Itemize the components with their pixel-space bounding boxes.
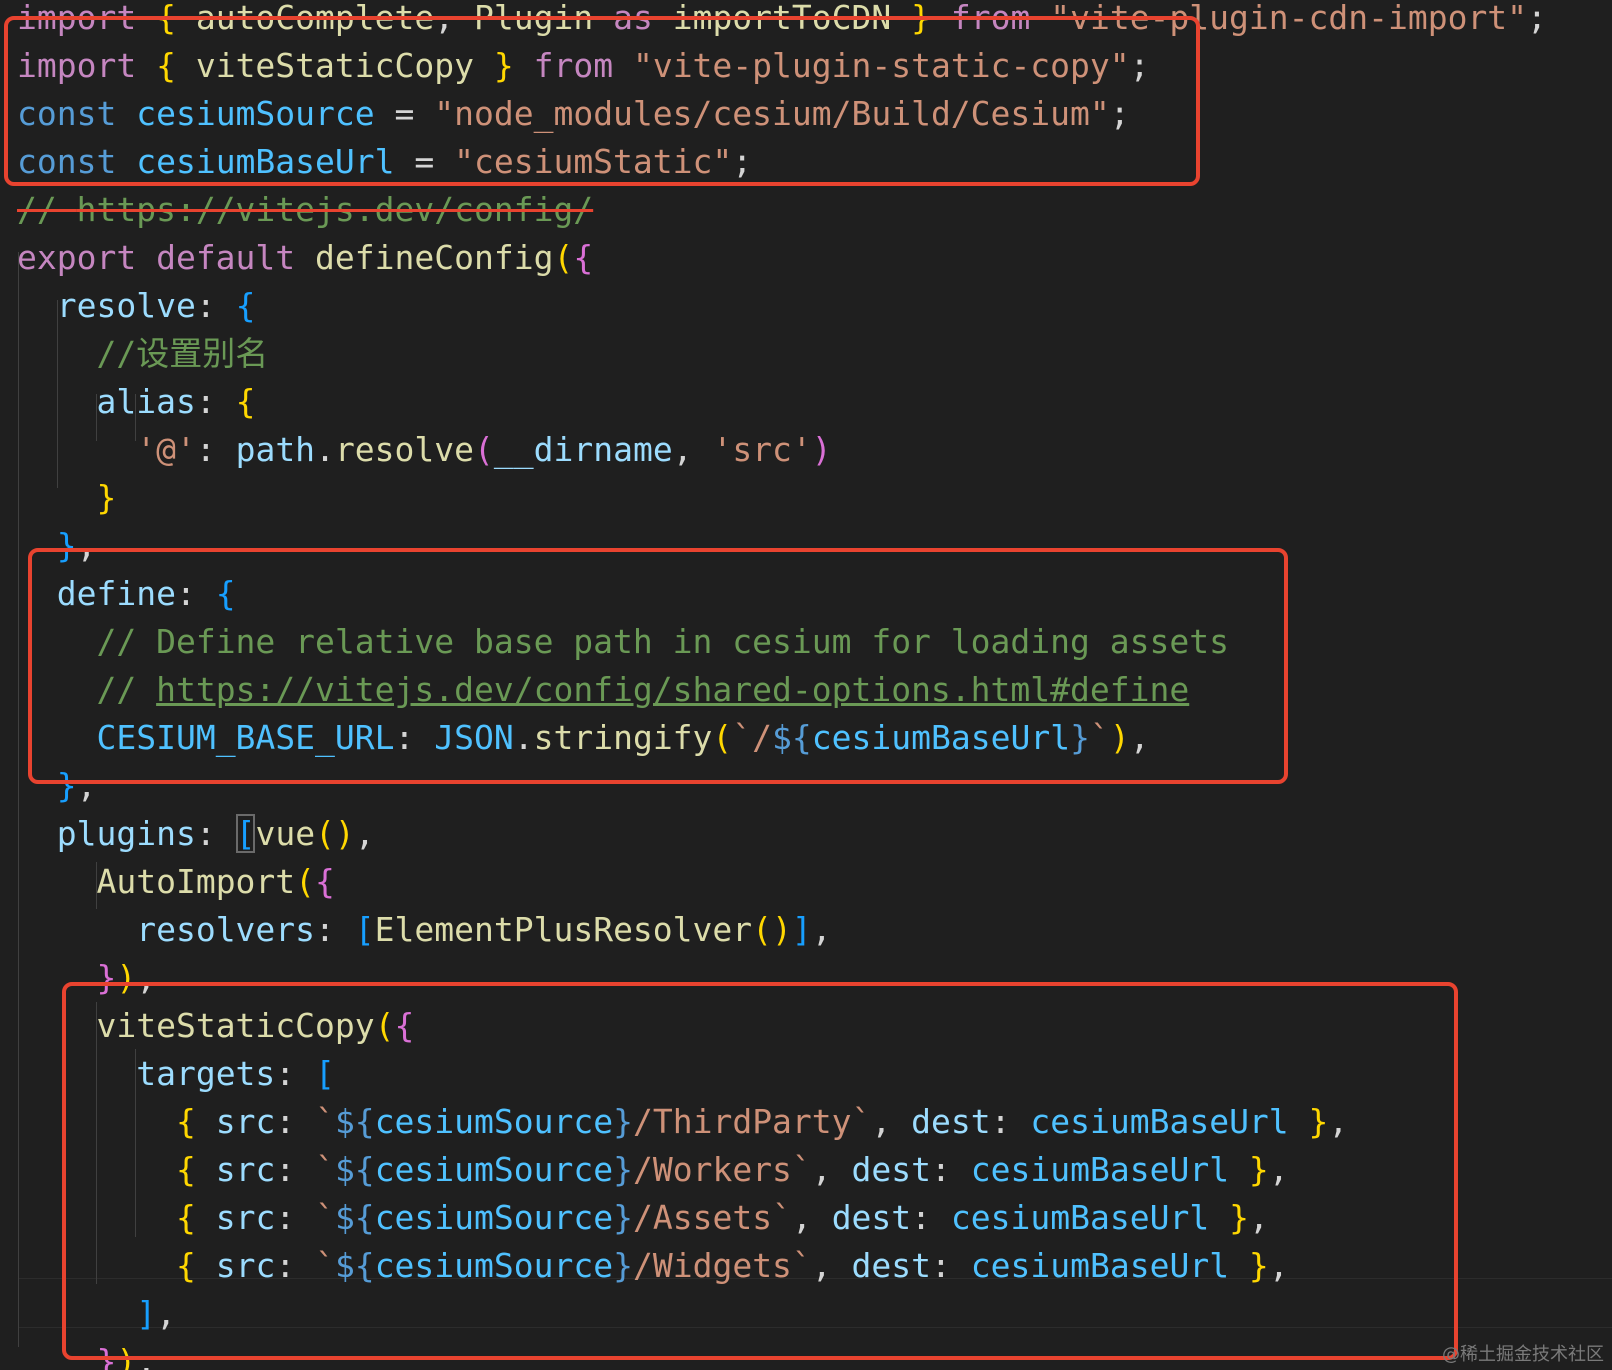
code-token: : bbox=[195, 814, 236, 853]
code-token: () bbox=[752, 910, 792, 949]
highlight-box-static-copy bbox=[62, 982, 1458, 1360]
code-token: : bbox=[195, 382, 236, 421]
code-token: : bbox=[315, 910, 355, 949]
code-token: alias bbox=[96, 382, 196, 421]
code-token: '@' bbox=[136, 430, 196, 469]
code-token: // bbox=[17, 190, 77, 229]
code-token: . bbox=[315, 430, 335, 469]
code-token: ( bbox=[474, 430, 494, 469]
code-line[interactable]: plugins: [vue(), bbox=[17, 810, 375, 858]
code-token: ElementPlusResolver bbox=[374, 910, 753, 949]
code-token: https://vitejs.dev/config/ bbox=[76, 190, 594, 229]
code-token: ( bbox=[295, 862, 316, 901]
highlight-box-define bbox=[28, 548, 1288, 784]
code-line[interactable]: } bbox=[17, 474, 116, 522]
code-token: ( bbox=[553, 238, 574, 277]
code-token: __dirname bbox=[493, 430, 673, 469]
code-token: [ bbox=[354, 910, 375, 949]
code-token: resolve bbox=[334, 430, 475, 469]
code-token: 'src' bbox=[712, 430, 812, 469]
code-token: { bbox=[573, 238, 594, 277]
code-token: AutoImport bbox=[96, 862, 296, 901]
code-token: vue bbox=[255, 814, 316, 853]
code-token: defineConfig bbox=[315, 238, 554, 277]
code-token: plugins bbox=[56, 814, 196, 853]
code-token: resolvers bbox=[136, 910, 316, 949]
code-line[interactable]: export default defineConfig({ bbox=[17, 234, 593, 282]
code-token: , bbox=[354, 814, 375, 853]
code-line[interactable]: AutoImport({ bbox=[17, 858, 335, 906]
code-token: , bbox=[672, 430, 713, 469]
code-token: ] bbox=[791, 910, 812, 949]
code-token: { bbox=[235, 382, 256, 421]
code-token: default bbox=[156, 238, 316, 277]
code-line[interactable]: alias: { bbox=[17, 378, 255, 426]
code-token: [ bbox=[235, 814, 256, 853]
code-token: ) bbox=[811, 430, 832, 469]
code-token: //设置别名 bbox=[96, 334, 269, 373]
code-line[interactable]: '@': path.resolve(__dirname, 'src') bbox=[17, 426, 832, 474]
code-token: resolve bbox=[56, 286, 196, 325]
code-line[interactable]: resolvers: [ElementPlusResolver()], bbox=[17, 906, 832, 954]
code-token: , bbox=[811, 910, 832, 949]
code-token: } bbox=[96, 478, 117, 517]
code-line[interactable]: // https://vitejs.dev/config/ bbox=[17, 186, 593, 234]
code-line[interactable]: //设置别名 bbox=[17, 330, 268, 378]
code-token: { bbox=[235, 286, 256, 325]
highlight-box-imports bbox=[4, 16, 1200, 186]
code-token: () bbox=[315, 814, 355, 853]
code-token: export bbox=[17, 238, 157, 277]
code-line[interactable]: resolve: { bbox=[17, 282, 256, 330]
watermark: @稀土掘金技术社区 bbox=[1442, 1344, 1604, 1365]
code-token: : bbox=[195, 430, 236, 469]
code-token: path bbox=[235, 430, 316, 469]
code-token: ; bbox=[1527, 0, 1547, 37]
code-editor[interactable]: import { autoComplete, Plugin as importT… bbox=[0, 0, 1612, 1370]
code-token: : bbox=[195, 286, 236, 325]
code-token: { bbox=[315, 862, 335, 901]
